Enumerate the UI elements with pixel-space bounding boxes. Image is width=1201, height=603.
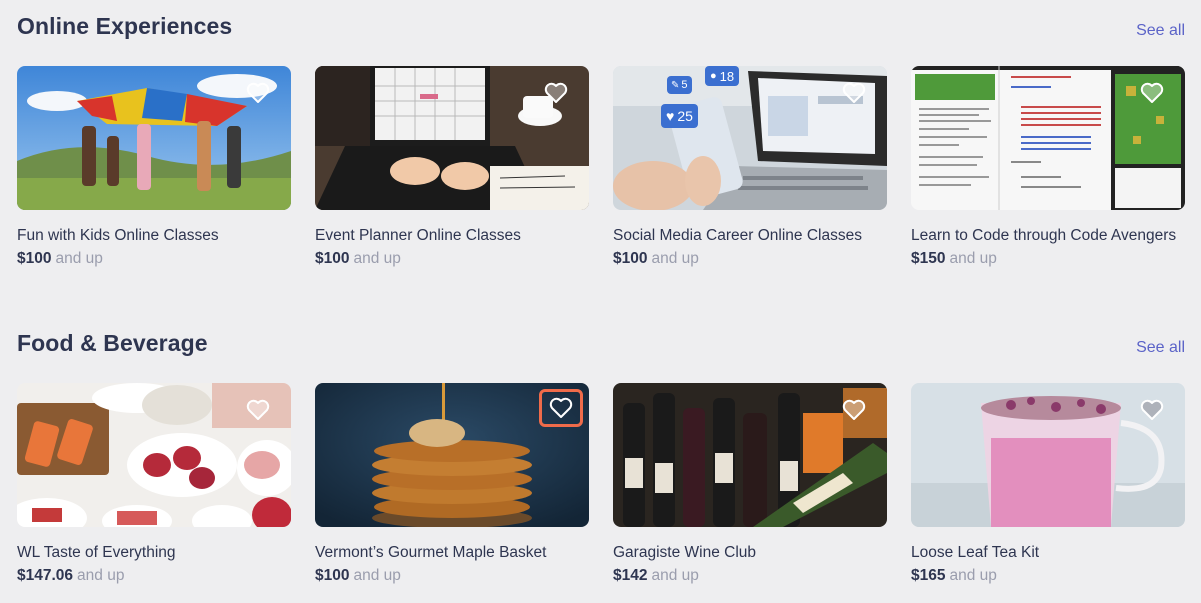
product-title[interactable]: Event Planner Online Classes bbox=[315, 227, 589, 245]
heart-outline-icon bbox=[842, 82, 866, 103]
heart-outline-icon bbox=[842, 399, 866, 420]
heart-outline-icon bbox=[246, 82, 270, 103]
price-line: $150 and up bbox=[911, 250, 1185, 268]
price: $142 bbox=[613, 567, 648, 584]
product-card[interactable]: Event Planner Online Classes $100 and up bbox=[315, 66, 589, 268]
price-suffix: and up bbox=[949, 250, 997, 267]
price-line: $100 and up bbox=[613, 250, 887, 268]
see-all-link[interactable]: See all bbox=[1136, 339, 1185, 357]
heart-outline-icon bbox=[246, 399, 270, 420]
favorite-button[interactable] bbox=[833, 393, 875, 427]
price-suffix: and up bbox=[55, 250, 103, 267]
heart-outline-icon bbox=[549, 397, 573, 418]
section-title: Food & Beverage bbox=[17, 330, 208, 356]
product-card[interactable]: Vermont’s Gourmet Maple Basket $100 and u… bbox=[315, 383, 589, 585]
heart-icon: ♥ bbox=[666, 108, 675, 124]
price: $165 bbox=[911, 567, 946, 584]
price-suffix: and up bbox=[651, 567, 699, 584]
product-image[interactable] bbox=[315, 383, 589, 527]
favorite-button[interactable] bbox=[535, 76, 577, 110]
product-image[interactable] bbox=[911, 66, 1185, 210]
followers-badge: ● 18 bbox=[705, 66, 740, 86]
product-card[interactable]: Fun with Kids Online Classes $100 and up bbox=[17, 66, 291, 268]
product-title[interactable]: Learn to Code through Code Avengers bbox=[911, 227, 1185, 245]
product-card[interactable]: ✎ 5 ● 18 ♥ 25 Social Media Career Online Cl… bbox=[613, 66, 887, 268]
product-card[interactable]: WL Taste of Everything $147.06 and up bbox=[17, 383, 291, 585]
price: $100 bbox=[613, 250, 648, 267]
favorite-button[interactable] bbox=[539, 389, 583, 427]
price-suffix: and up bbox=[353, 567, 401, 584]
product-title[interactable]: Loose Leaf Tea Kit bbox=[911, 544, 1185, 562]
product-card[interactable]: Learn to Code through Code Avengers $150… bbox=[911, 66, 1185, 268]
price: $100 bbox=[315, 250, 350, 267]
heart-outline-icon bbox=[544, 82, 568, 103]
favorite-button[interactable] bbox=[237, 393, 279, 427]
heart-outline-icon bbox=[1140, 82, 1164, 103]
price-suffix: and up bbox=[77, 567, 125, 584]
product-image[interactable] bbox=[911, 383, 1185, 527]
product-title[interactable]: Garagiste Wine Club bbox=[613, 544, 887, 562]
product-title[interactable]: WL Taste of Everything bbox=[17, 544, 291, 562]
price-line: $142 and up bbox=[613, 567, 887, 585]
price: $100 bbox=[17, 250, 52, 267]
price-line: $100 and up bbox=[315, 250, 589, 268]
favorite-button[interactable] bbox=[833, 76, 875, 110]
product-title[interactable]: Fun with Kids Online Classes bbox=[17, 227, 291, 245]
product-title[interactable]: Vermont’s Gourmet Maple Basket bbox=[315, 544, 589, 562]
comment-badge: ✎ 5 bbox=[667, 76, 692, 94]
price-suffix: and up bbox=[353, 250, 401, 267]
favorite-button[interactable] bbox=[1131, 393, 1173, 427]
product-image[interactable] bbox=[613, 383, 887, 527]
favorite-button[interactable] bbox=[237, 76, 279, 110]
product-card[interactable]: Garagiste Wine Club $142 and up bbox=[613, 383, 887, 585]
product-title[interactable]: Social Media Career Online Classes bbox=[613, 227, 887, 245]
heart-outline-icon bbox=[1140, 399, 1164, 420]
see-all-link[interactable]: See all bbox=[1136, 22, 1185, 40]
favorite-button[interactable] bbox=[1131, 76, 1173, 110]
price: $100 bbox=[315, 567, 350, 584]
price: $147.06 bbox=[17, 567, 74, 584]
price-line: $100 and up bbox=[315, 567, 589, 585]
user-icon: ● bbox=[710, 70, 717, 82]
product-image[interactable] bbox=[17, 66, 291, 210]
product-image[interactable] bbox=[315, 66, 589, 210]
product-image[interactable] bbox=[17, 383, 291, 527]
price-suffix: and up bbox=[651, 250, 699, 267]
product-card[interactable]: Loose Leaf Tea Kit $165 and up bbox=[911, 383, 1185, 585]
price: $150 bbox=[911, 250, 946, 267]
price-line: $165 and up bbox=[911, 567, 1185, 585]
likes-badge: ♥ 25 bbox=[661, 104, 698, 128]
comment-icon: ✎ bbox=[671, 79, 680, 91]
section-title: Online Experiences bbox=[17, 13, 233, 39]
price-line: $100 and up bbox=[17, 250, 291, 268]
price-line: $147.06 and up bbox=[17, 567, 291, 585]
price-suffix: and up bbox=[949, 567, 997, 584]
product-image[interactable]: ✎ 5 ● 18 ♥ 25 bbox=[613, 66, 887, 210]
